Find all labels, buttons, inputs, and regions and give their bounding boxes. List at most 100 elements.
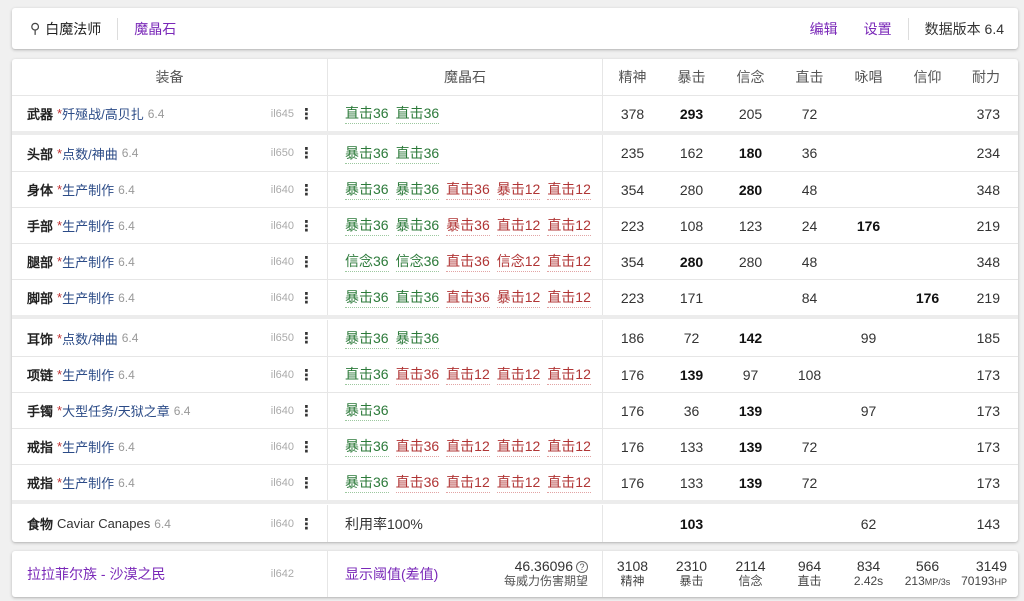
top-bar-right: 编辑 设置 数据版本 6.4: [810, 8, 1004, 49]
materia-slot[interactable]: 暴击36: [345, 143, 389, 164]
materia-slot[interactable]: 信念36: [395, 251, 440, 272]
stat-value: 139: [738, 474, 763, 491]
materia-slot[interactable]: 直击12: [446, 364, 490, 385]
materia-slot[interactable]: 直击36: [446, 179, 490, 200]
meld-cell: 利用率100%: [328, 505, 603, 542]
kebab-icon[interactable]: ⋮: [299, 366, 314, 384]
materia-slot[interactable]: 直击12: [547, 215, 591, 236]
item-name[interactable]: 大型任务/天狱之章: [62, 401, 170, 420]
materia-slot[interactable]: 暴击36: [345, 472, 389, 493]
materia-slot[interactable]: 直击36: [395, 436, 440, 457]
materia-slot[interactable]: 暴击36: [345, 400, 389, 421]
stat-cell: [839, 357, 898, 392]
question-circle-icon[interactable]: ?: [576, 561, 588, 573]
materia-slot[interactable]: 暴击36: [345, 179, 389, 200]
threshold-toggle[interactable]: 显示阈值(差值): [345, 564, 438, 584]
materia-slot[interactable]: 暴击12: [496, 179, 541, 200]
settings-link[interactable]: 设置: [864, 19, 892, 39]
materia-slot[interactable]: 暴击36: [345, 436, 389, 457]
item-version: 6.4: [118, 218, 135, 233]
summary-stat-value: 3149: [975, 557, 1007, 574]
kebab-icon[interactable]: ⋮: [299, 289, 314, 307]
summary-stat: 2310 暴击: [662, 551, 721, 597]
materia-slot[interactable]: 直击12: [496, 215, 541, 236]
stat-value: 354: [620, 253, 645, 270]
stat-cell: [898, 357, 957, 392]
kebab-icon[interactable]: ⋮: [299, 474, 314, 492]
kebab-icon[interactable]: ⋮: [299, 438, 314, 456]
materia-slot[interactable]: 直击12: [547, 472, 591, 493]
materia-slot[interactable]: 信念36: [345, 251, 389, 272]
kebab-icon[interactable]: ⋮: [299, 402, 314, 420]
item-version: 6.4: [147, 106, 165, 121]
kebab-icon[interactable]: ⋮: [299, 181, 314, 199]
materia-slot[interactable]: 直击36: [395, 364, 440, 385]
stat-cell: [898, 172, 957, 207]
stat-cell: 176: [898, 280, 957, 315]
header-stat: 直击: [795, 69, 824, 85]
kebab-icon[interactable]: ⋮: [299, 329, 314, 347]
item-name[interactable]: 点数/神曲: [62, 329, 118, 348]
stat-cell: [721, 280, 780, 315]
race-selector[interactable]: 拉拉菲尔族 - 沙漠之民: [27, 564, 165, 584]
kebab-icon[interactable]: ⋮: [299, 253, 314, 271]
slot-label: 食物: [27, 517, 54, 532]
materia-slot[interactable]: 直击36: [395, 103, 440, 124]
materia-slot[interactable]: 暴击36: [345, 287, 389, 308]
gear-set-tab[interactable]: 魔晶石: [118, 19, 176, 39]
materia-slot[interactable]: 直击36: [446, 287, 490, 308]
materia-slot[interactable]: 直击12: [446, 472, 490, 493]
materia-slot[interactable]: 直击36: [345, 364, 389, 385]
item-name[interactable]: 点数/神曲: [62, 144, 118, 163]
materia-slot[interactable]: 直击12: [547, 251, 591, 272]
header-meld: 魔晶石: [328, 59, 603, 95]
materia-slot[interactable]: 暴击36: [395, 215, 440, 236]
materia-slot[interactable]: 直击12: [496, 364, 541, 385]
item-name[interactable]: 生产制作: [62, 216, 114, 235]
materia-slot[interactable]: 暴击36: [395, 179, 440, 200]
materia-slot[interactable]: 直击36: [395, 287, 440, 308]
item-version: 6.4: [118, 182, 135, 197]
materia-slot[interactable]: 直击12: [496, 436, 541, 457]
item-name[interactable]: 生产制作: [62, 473, 114, 492]
stat-value: 280: [738, 253, 763, 270]
materia-slot[interactable]: 暴击36: [395, 328, 440, 349]
job-selector[interactable]: ⚲ 白魔法师: [30, 17, 119, 40]
kebab-icon[interactable]: ⋮: [299, 217, 314, 235]
item-name[interactable]: 生产制作: [62, 180, 114, 199]
materia-slot[interactable]: 直击12: [547, 287, 591, 308]
materia-slot[interactable]: 直击12: [446, 436, 490, 457]
item-name[interactable]: 生产制作: [62, 365, 114, 384]
kebab-icon[interactable]: ⋮: [299, 144, 314, 162]
kebab-icon[interactable]: ⋮: [299, 515, 314, 533]
header-equip: 装备: [12, 59, 328, 95]
materia-slot[interactable]: 直击12: [547, 364, 591, 385]
item-name[interactable]: 生产制作: [62, 288, 114, 307]
materia-slot[interactable]: 直击36: [395, 472, 440, 493]
materia-slot[interactable]: 直击36: [446, 251, 490, 272]
summary-stat-label: 精神: [603, 574, 662, 589]
materia-slot[interactable]: 直击12: [547, 179, 591, 200]
materia-slot[interactable]: 暴击36: [345, 215, 389, 236]
stat-value: 280: [738, 181, 763, 198]
kebab-icon[interactable]: ⋮: [299, 105, 314, 123]
item-name[interactable]: 生产制作: [62, 437, 114, 456]
job-name: 白魔法师: [45, 20, 102, 37]
stat-cell: 139: [721, 393, 780, 428]
materia-slot[interactable]: 暴击36: [446, 215, 490, 236]
materia-slot[interactable]: 信念12: [496, 251, 541, 272]
materia-slot[interactable]: 直击12: [547, 436, 591, 457]
materia-slot[interactable]: 暴击12: [496, 287, 541, 308]
stat-value: 373: [976, 105, 1000, 122]
slot-label: 手镯: [27, 404, 54, 419]
item-name[interactable]: 生产制作: [62, 252, 114, 271]
item-level: il640: [270, 291, 294, 304]
item-name[interactable]: 歼殛战/高贝扎: [62, 104, 144, 123]
edit-link[interactable]: 编辑: [810, 19, 838, 39]
materia-slot[interactable]: 暴击36: [345, 328, 389, 349]
stat-value: 97: [742, 366, 759, 383]
item-name[interactable]: Caviar Canapes: [57, 516, 150, 531]
materia-slot[interactable]: 直击36: [345, 103, 389, 124]
materia-slot[interactable]: 直击12: [496, 472, 541, 493]
materia-slot[interactable]: 直击36: [395, 143, 440, 164]
